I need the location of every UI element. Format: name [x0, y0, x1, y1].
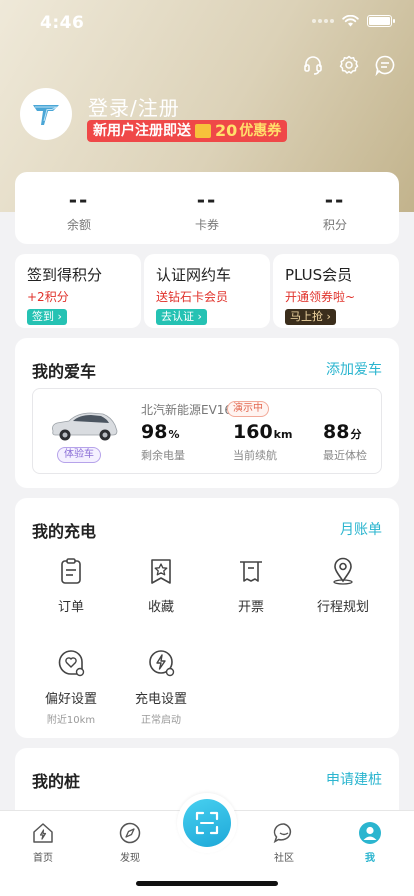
invoice-receipt-icon [240, 561, 262, 582]
wifi-icon [342, 15, 359, 27]
orders-entry[interactable]: 订单 [23, 556, 119, 615]
checkin-title: 签到得积分 [27, 266, 103, 284]
add-car-link[interactable]: 添加爱车 [326, 359, 382, 379]
favorites-label: 收藏 [147, 600, 174, 615]
preference-heart-icon [58, 650, 85, 677]
coupon-label: 卡券 [194, 218, 219, 232]
range-stat-label: 当前续航 [233, 449, 277, 462]
map-pin-icon [333, 557, 353, 585]
signal-icon [312, 19, 334, 23]
tab-home[interactable]: 首页 [13, 821, 73, 864]
order-clipboard-icon [61, 558, 81, 584]
trip-planning-entry[interactable]: 行程规划 [295, 556, 391, 615]
scan-icon [195, 811, 219, 835]
charging-settings-sub: 正常启动 [141, 715, 181, 726]
favorite-star-icon [151, 559, 171, 584]
my-charging-card: 我的充电 月账单 订单 收藏 开票 行程规划 偏好设置 附近10km 充电设置 … [15, 498, 399, 738]
apply-pile-link[interactable]: 申请建桩 [326, 769, 382, 789]
login-register-link[interactable]: 登录/注册 [88, 92, 180, 121]
promo-prefix: 新用户注册即送 [93, 123, 191, 139]
invoice-label: 开票 [237, 600, 264, 615]
gift-icon [195, 124, 211, 138]
home-indicator [136, 881, 278, 886]
tab-community[interactable]: 社区 [254, 821, 314, 864]
message-icon[interactable] [374, 54, 396, 77]
tab-me[interactable]: 我 [340, 821, 400, 864]
ride-hailing-verify-card[interactable]: 认证网约车 送钻石卡会员 去认证 › [144, 254, 270, 328]
compass-icon [119, 822, 141, 844]
tab-community-label: 社区 [274, 853, 294, 864]
my-car-card: 我的爱车 添加爱车 体验车 北汽新能源EV160 演示中 98% 剩余电量 16… [15, 338, 399, 488]
trial-car-badge: 体验车 [57, 447, 101, 463]
points-label: 积分 [322, 218, 347, 232]
health-check-stat-label: 最近体检 [323, 449, 367, 462]
car-image [52, 412, 118, 441]
charging-bolt-icon [149, 650, 175, 677]
coupon-value: -- [196, 188, 218, 212]
brand-logo-icon [33, 105, 59, 125]
range-stat: 160km 当前续航 [233, 421, 293, 462]
status-bar: 4:46 [0, 0, 414, 44]
invoice-entry[interactable]: 开票 [203, 556, 299, 615]
plus-grab-button[interactable]: 马上抢 › [285, 309, 336, 325]
tab-discover[interactable]: 发现 [100, 821, 160, 864]
battery-icon [367, 15, 395, 27]
headset-icon[interactable] [302, 54, 324, 76]
monthly-bill-link[interactable]: 月账单 [340, 519, 382, 539]
community-chat-icon [273, 823, 292, 844]
my-car-title: 我的爱车 [32, 362, 97, 381]
verify-button[interactable]: 去认证 › [156, 309, 207, 325]
tab-home-label: 首页 [33, 853, 53, 864]
avatar[interactable] [20, 88, 72, 140]
battery-stat-label: 剩余电量 [141, 449, 185, 462]
profile-icon [359, 822, 381, 844]
balance-value: -- [68, 188, 90, 212]
preference-settings-sub: 附近10km [46, 715, 96, 726]
home-icon [33, 823, 53, 843]
promo-amount: 20 [215, 121, 238, 140]
car-model-name: 北汽新能源EV160 [141, 403, 240, 417]
points-item[interactable]: -- 积分 [271, 172, 399, 233]
verify-subtitle: 送钻石卡会员 [156, 290, 229, 304]
battery-stat: 98% 剩余电量 [141, 421, 185, 462]
settings-gear-icon[interactable] [338, 54, 360, 76]
favorites-entry[interactable]: 收藏 [113, 556, 209, 615]
new-user-promo-banner[interactable]: 新用户注册即送 20 优惠券 [87, 120, 288, 142]
trip-planning-label: 行程规划 [316, 600, 369, 615]
points-value: -- [324, 188, 346, 212]
tab-discover-label: 发现 [120, 853, 140, 864]
coupon-item[interactable]: -- 卡券 [143, 172, 271, 233]
plus-subtitle: 开通领券啦~ [285, 290, 356, 304]
verify-title: 认证网约车 [156, 266, 232, 284]
orders-label: 订单 [57, 600, 84, 615]
car-info-panel[interactable]: 体验车 北汽新能源EV160 演示中 98% 剩余电量 160km 当前续航 8… [32, 388, 382, 474]
promo-suffix: 优惠券 [239, 123, 282, 139]
my-charging-title: 我的充电 [32, 522, 97, 541]
checkin-button[interactable]: 签到 › [27, 309, 67, 325]
charging-settings-entry[interactable]: 充电设置 正常启动 [113, 648, 209, 726]
tab-me-label: 我 [365, 853, 375, 864]
plus-member-card[interactable]: PLUS会员 开通领券啦~ 马上抢 › [273, 254, 399, 328]
balance-summary-card: -- 余额 -- 卡券 -- 积分 [15, 172, 399, 244]
my-pile-title: 我的桩 [32, 772, 81, 791]
demo-status-badge: 演示中 [227, 401, 269, 417]
preference-settings-entry[interactable]: 偏好设置 附近10km [23, 648, 119, 726]
checkin-subtitle: +2积分 [27, 290, 69, 304]
charging-settings-label: 充电设置 [134, 692, 187, 707]
scan-button[interactable] [183, 799, 231, 847]
checkin-card[interactable]: 签到得积分 +2积分 签到 › [15, 254, 141, 328]
balance-label: 余额 [66, 218, 91, 232]
status-time: 4:46 [40, 13, 85, 33]
preference-settings-label: 偏好设置 [44, 692, 97, 707]
plus-title: PLUS会员 [285, 266, 353, 284]
balance-item[interactable]: -- 余额 [15, 172, 143, 233]
health-check-stat: 88分 最近体检 [323, 421, 367, 462]
